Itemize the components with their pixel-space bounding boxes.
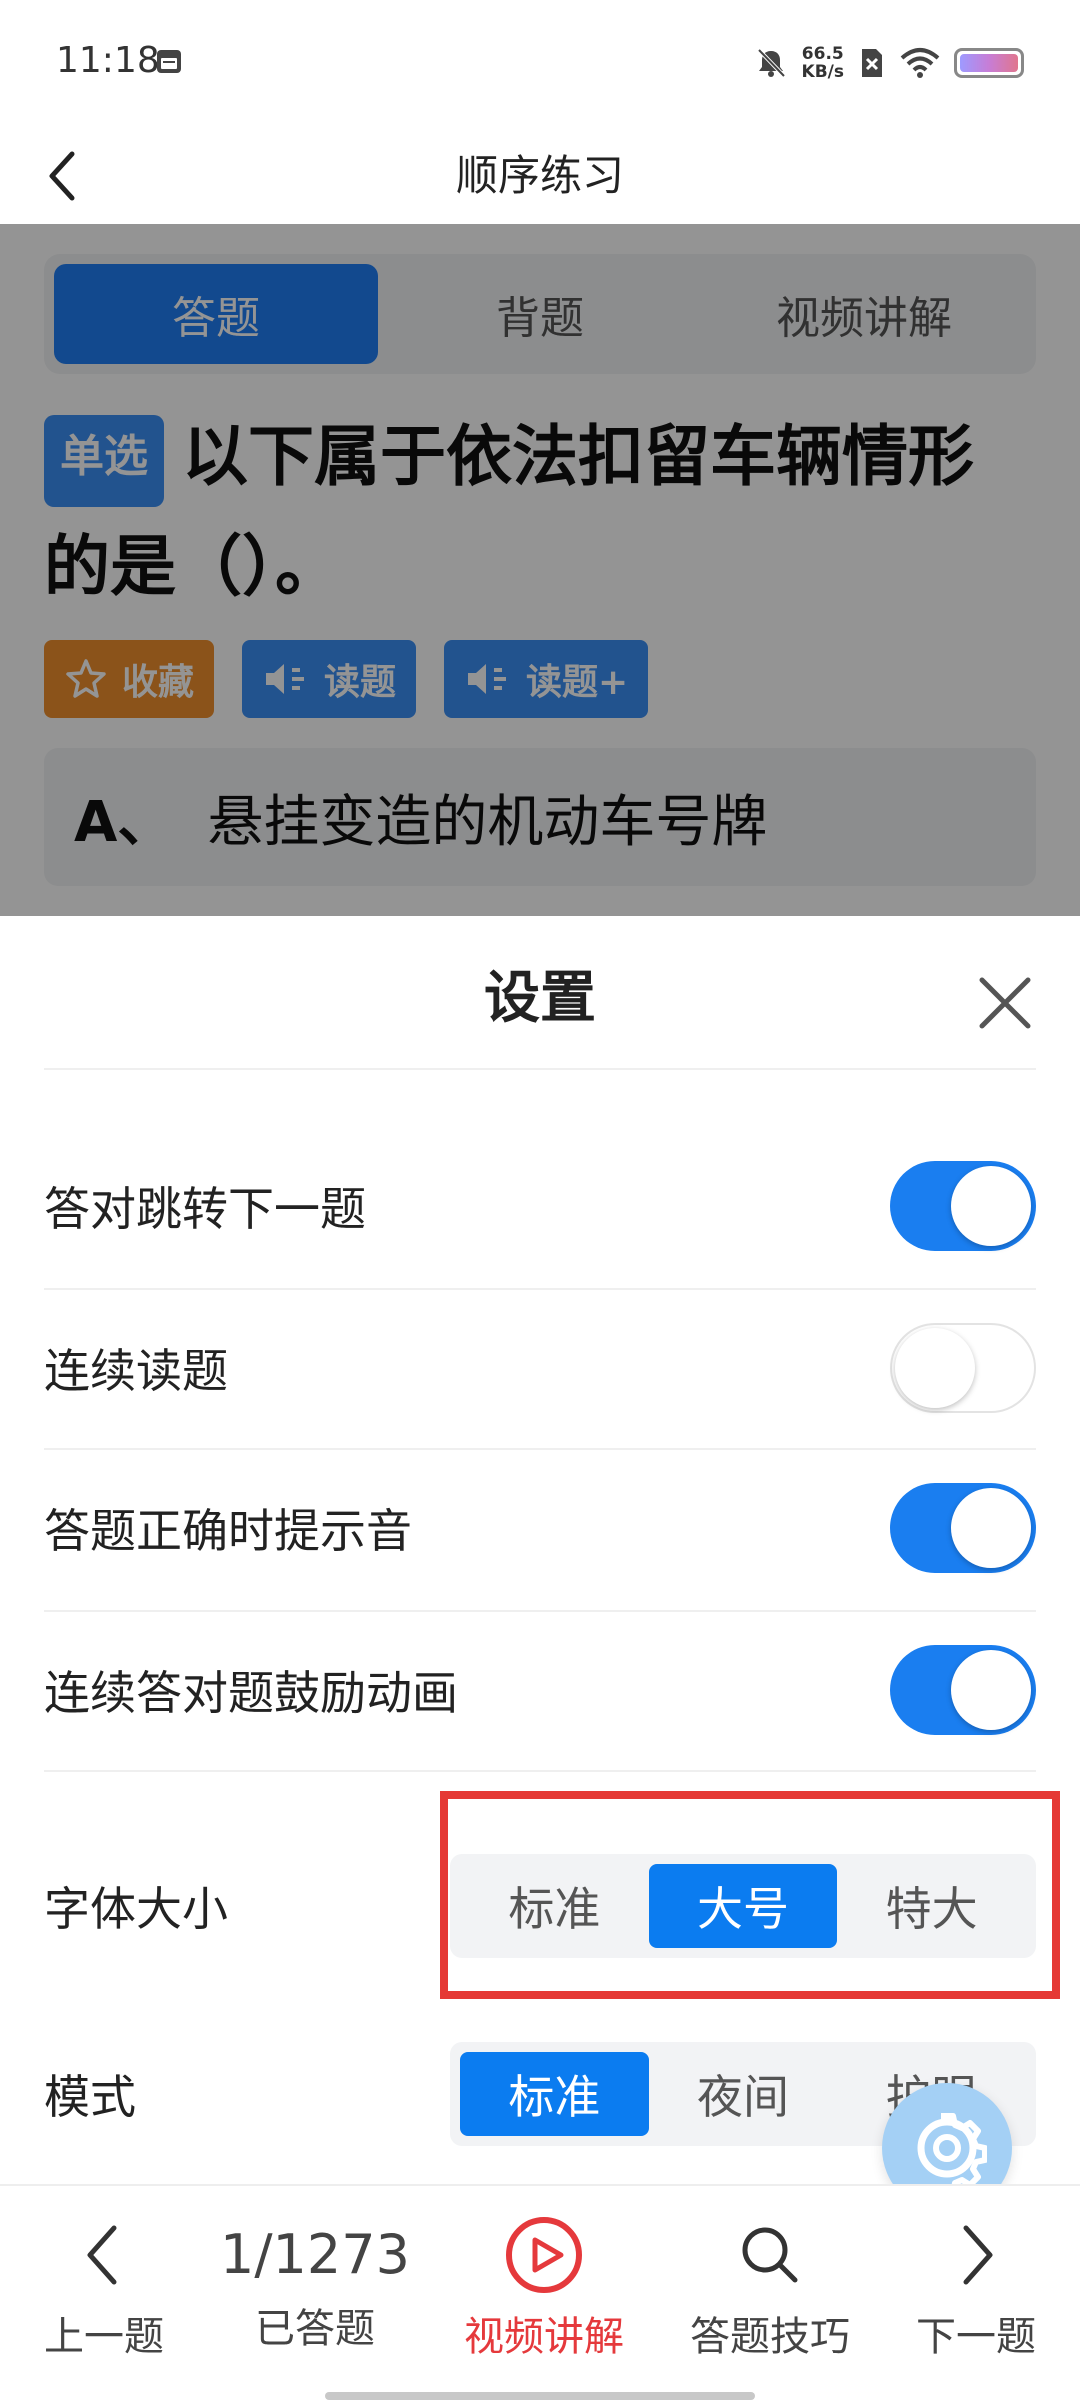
battery-icon	[954, 48, 1024, 78]
prev-question-label: 上一题	[44, 2314, 164, 2360]
search-icon	[742, 2227, 798, 2283]
setting-label: 答题正确时提示音	[44, 1504, 412, 1558]
streak-animation-toggle[interactable]	[890, 1645, 1036, 1735]
calendar-notification-icon	[157, 50, 181, 73]
continuous-read-toggle[interactable]	[890, 1323, 1036, 1413]
network-speed: 66.5 KB/s	[801, 44, 844, 82]
setting-row-continuous-read: 连续读题	[44, 1288, 1036, 1448]
divider	[44, 1770, 1036, 1772]
mode-night[interactable]: 夜间	[649, 2052, 838, 2136]
no-sim-icon	[862, 49, 882, 77]
page-title: 顺序练习	[455, 151, 624, 200]
setting-row-correct-sound: 答题正确时提示音	[44, 1448, 1036, 1608]
modal-backdrop[interactable]	[0, 224, 1080, 916]
answered-count-button[interactable]: 1/1273 已答题	[215, 2214, 415, 2374]
status-bar: 11:18 66.5 KB/s	[0, 0, 1080, 128]
chevron-right-icon	[963, 2225, 993, 2285]
mode-label: 模式	[44, 2070, 136, 2124]
auto-next-toggle[interactable]	[890, 1161, 1036, 1251]
progress-count: 1/1273	[220, 2223, 410, 2286]
wifi-icon	[900, 48, 940, 78]
app-header: 顺序练习	[0, 128, 1080, 224]
mute-icon	[757, 48, 785, 78]
bottom-nav: 上一题 1/1273 已答题 视频讲解 答题技巧 下一题	[0, 2184, 1080, 2408]
setting-label: 答对跳转下一题	[44, 1182, 366, 1236]
answer-tips-button[interactable]: 答题技巧	[670, 2214, 870, 2374]
prev-question-button[interactable]: 上一题	[4, 2214, 204, 2374]
setting-label: 连续读题	[44, 1344, 228, 1398]
setting-row-auto-next: 答对跳转下一题	[44, 1126, 1036, 1286]
mode-standard[interactable]: 标准	[460, 2052, 649, 2136]
settings-title: 设置	[484, 966, 596, 1031]
answered-label: 已答题	[255, 2306, 375, 2352]
video-explanation-label: 视频讲解	[464, 2314, 624, 2360]
highlight-annotation	[440, 1791, 1060, 1999]
divider	[44, 1068, 1036, 1070]
answer-tips-label: 答题技巧	[690, 2314, 850, 2360]
next-question-label: 下一题	[916, 2314, 1036, 2360]
video-explanation-button[interactable]: 视频讲解	[444, 2214, 644, 2374]
status-time: 11:18	[56, 40, 160, 81]
font-size-label: 字体大小	[44, 1882, 228, 1936]
play-circle-icon	[506, 2217, 582, 2293]
home-indicator[interactable]	[325, 2392, 755, 2400]
gear-icon	[917, 2113, 987, 2188]
settings-header: 设置	[0, 916, 1080, 1070]
setting-row-streak-animation: 连续答对题鼓励动画	[44, 1610, 1036, 1770]
close-icon[interactable]	[970, 968, 1040, 1038]
setting-label: 连续答对题鼓励动画	[44, 1666, 458, 1720]
next-question-button[interactable]: 下一题	[876, 2214, 1076, 2374]
status-indicators: 66.5 KB/s	[754, 38, 1024, 88]
chevron-left-icon	[87, 2225, 117, 2285]
correct-sound-toggle[interactable]	[890, 1483, 1036, 1573]
